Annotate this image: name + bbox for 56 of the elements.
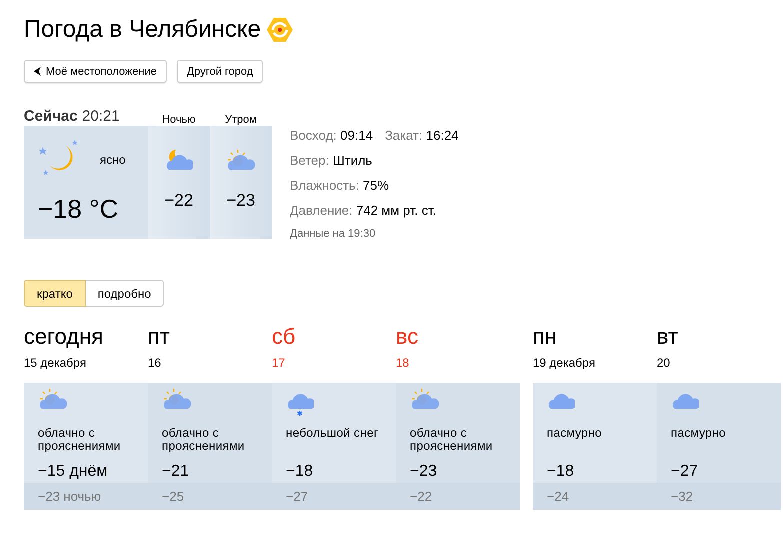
night-temperature: −27 [272,483,396,510]
night-temperature: −32 [657,483,781,510]
now-time: 20:21 [82,108,120,125]
day-name: пн [533,324,558,351]
day-name: вт [657,324,680,351]
day-name: сегодня [24,324,104,351]
page-title: Погода в Челябинске [24,16,262,44]
condition-text: пасмурно [547,427,603,442]
data-time: Данные на 19:30 [290,228,377,240]
sun-cloud-icon [162,389,192,411]
night-temperature: −23 ночью [24,483,148,510]
detail-text: Давление: 742 мм рт. ст. [290,203,436,220]
day-temperature: −15 днём [38,463,109,481]
condition-text: ясно [100,153,126,167]
day-temperature: −18 [286,463,314,481]
day-date: 19 декабря [533,355,596,372]
location-arrow-icon [34,67,41,76]
detail-text: Восход: 09:14 [290,128,374,145]
moon-cloud-icon [165,150,193,172]
day-date: 15 декабря [24,355,88,372]
sun-cloud-icon [410,389,440,411]
day-temperature: −23 [410,463,438,481]
period-temperature: −22 [164,191,194,211]
day-date: 18 [396,355,410,372]
sun-cloud-icon [38,389,68,411]
day-date: 16 [148,355,162,372]
city-button[interactable]: Другой город [176,60,264,83]
day-date: 20 [657,355,672,372]
night-temperature: −22 [396,483,520,510]
condition-text: облачно с прояснениями [162,427,246,455]
day-temperature: −27 [671,463,700,481]
logo-icon [267,18,294,42]
day-temperature: −18 [547,463,576,481]
view-tab[interactable]: подробно [86,280,164,307]
day-name: пт [148,324,171,351]
night-temperature: −25 [148,483,272,510]
night-temperature: −24 [533,483,657,510]
condition-text: облачно с прояснениями [410,427,494,455]
detail-text: Ветер: Штиль [290,153,372,170]
current-temperature: −18 °C [38,194,120,225]
period-temperature: −23 [226,191,256,211]
period-label: Ночью [161,114,197,126]
location-button[interactable]: Моё местоположение [24,60,167,83]
condition-text: облачно с прояснениями [38,427,122,455]
now-label: Сейчас [24,108,78,125]
condition-text: пасмурно [671,427,727,442]
day-date: 17 [272,355,286,372]
day-name: вс [396,324,420,351]
period-label: Утром [224,114,258,126]
condition-text: небольшой снег [286,427,380,442]
day-name: сб [272,324,297,351]
detail-text: Влажность: 75% [290,178,390,195]
day-temperature: −21 [162,463,190,481]
view-tab[interactable]: кратко [24,280,86,307]
detail-text: Закат: 16:24 [385,128,459,145]
sun-cloud-icon [226,150,256,172]
